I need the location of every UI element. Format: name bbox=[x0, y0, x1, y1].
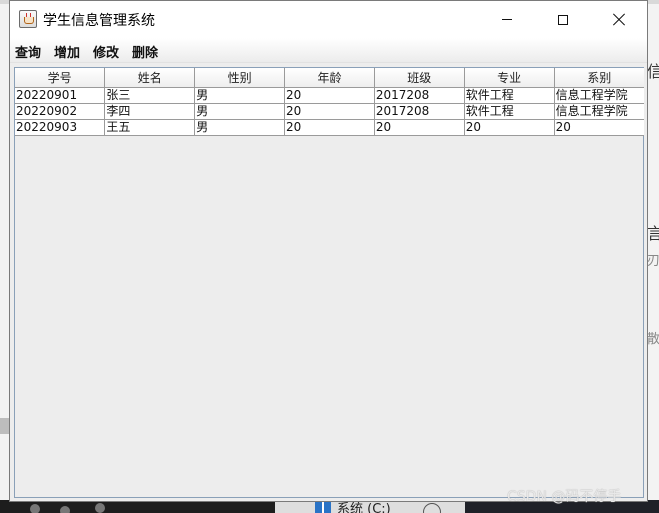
cell-department[interactable]: 信息工程学院 bbox=[554, 87, 644, 104]
column-header-gender[interactable]: 性别 bbox=[194, 68, 286, 88]
cell-major[interactable]: 软件工程 bbox=[464, 87, 555, 104]
background-glyph: 刃 bbox=[647, 254, 659, 269]
cell-age[interactable]: 20 bbox=[284, 103, 375, 120]
table-row[interactable]: 20220903 王五 男 20 20 20 20 bbox=[15, 119, 644, 136]
close-button[interactable] bbox=[591, 1, 647, 38]
cell-name[interactable]: 王五 bbox=[104, 119, 196, 136]
background-dot bbox=[95, 503, 105, 513]
column-header-student-id[interactable]: 学号 bbox=[15, 68, 106, 88]
student-table: 学号 姓名 性别 年龄 班级 专业 系别 20220901 张三 男 20 20… bbox=[15, 68, 644, 136]
column-header-age[interactable]: 年龄 bbox=[284, 68, 375, 88]
table-scroll-pane[interactable]: 学号 姓名 性别 年龄 班级 专业 系别 20220901 张三 男 20 20… bbox=[14, 67, 644, 498]
close-icon bbox=[613, 14, 625, 26]
cell-age[interactable]: 20 bbox=[284, 87, 375, 104]
cell-name[interactable]: 李四 bbox=[104, 103, 196, 120]
window-title: 学生信息管理系统 bbox=[43, 13, 155, 29]
menu-edit[interactable]: 修改 bbox=[93, 42, 119, 61]
cell-name[interactable]: 张三 bbox=[104, 87, 196, 104]
cell-class[interactable]: 2017208 bbox=[374, 87, 465, 104]
app-window: 学生信息管理系统 查询 增加 修改 删除 学号 姓名 性别 年龄 班级 专业 系… bbox=[9, 0, 648, 502]
table-row[interactable]: 20220902 李四 男 20 2017208 软件工程 信息工程学院 bbox=[15, 103, 644, 120]
cell-department[interactable]: 20 bbox=[554, 119, 644, 136]
column-header-department[interactable]: 系别 bbox=[554, 68, 644, 88]
column-header-major[interactable]: 专业 bbox=[464, 68, 555, 88]
title-bar[interactable]: 学生信息管理系统 bbox=[10, 1, 647, 38]
maximize-icon bbox=[558, 14, 568, 25]
cell-class[interactable]: 2017208 bbox=[374, 103, 465, 120]
cell-student-id[interactable]: 20220903 bbox=[15, 119, 106, 136]
maximize-button[interactable] bbox=[535, 1, 591, 38]
column-header-class[interactable]: 班级 bbox=[374, 68, 465, 88]
table-header-row: 学号 姓名 性别 年龄 班级 专业 系别 bbox=[15, 68, 644, 88]
cell-major[interactable]: 20 bbox=[464, 119, 555, 136]
menu-bar: 查询 增加 修改 删除 bbox=[10, 38, 647, 63]
menu-delete[interactable]: 删除 bbox=[132, 42, 158, 61]
background-glyph: 言 bbox=[647, 224, 659, 243]
menu-add[interactable]: 增加 bbox=[54, 42, 80, 61]
cell-gender[interactable]: 男 bbox=[194, 103, 286, 120]
background-glyph: 信 bbox=[647, 62, 659, 81]
background-glyph: 散 bbox=[647, 332, 659, 347]
cell-gender[interactable]: 男 bbox=[194, 119, 286, 136]
drive-icon bbox=[315, 502, 331, 513]
background-dot bbox=[30, 504, 40, 513]
cell-class[interactable]: 20 bbox=[374, 119, 465, 136]
cell-gender[interactable]: 男 bbox=[194, 87, 286, 104]
cell-student-id[interactable]: 20220902 bbox=[15, 103, 106, 120]
cell-major[interactable]: 软件工程 bbox=[464, 103, 555, 120]
csdn-watermark: CSDN @码不停手 bbox=[507, 489, 622, 505]
cell-age[interactable]: 20 bbox=[284, 119, 375, 136]
background-dot bbox=[60, 506, 70, 513]
column-header-name[interactable]: 姓名 bbox=[104, 68, 196, 88]
cell-department[interactable]: 信息工程学院 bbox=[554, 103, 644, 120]
java-app-icon[interactable] bbox=[19, 10, 37, 28]
cell-student-id[interactable]: 20220901 bbox=[15, 87, 106, 104]
table-row[interactable]: 20220901 张三 男 20 2017208 软件工程 信息工程学院 bbox=[15, 87, 644, 104]
menu-query[interactable]: 查询 bbox=[15, 42, 41, 61]
minimize-button[interactable] bbox=[479, 1, 535, 38]
minimize-icon bbox=[502, 19, 512, 20]
circle-icon bbox=[423, 503, 441, 513]
